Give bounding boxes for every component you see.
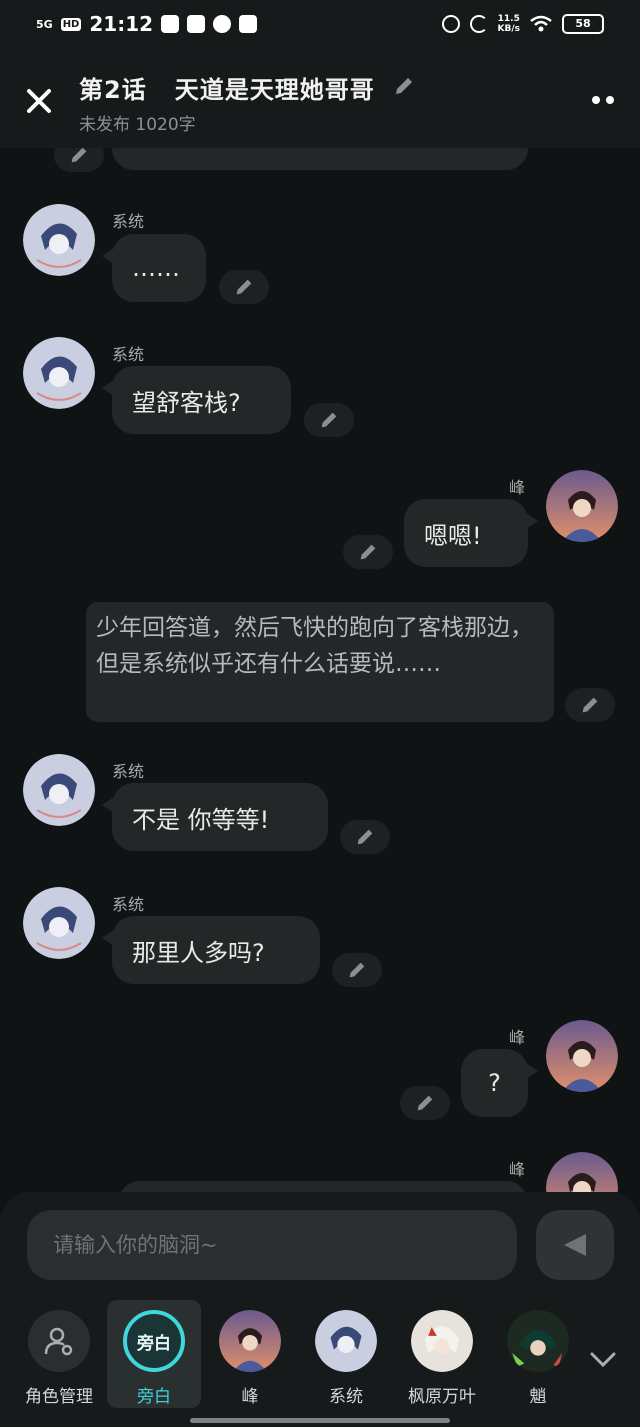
avatar-xiao <box>507 1310 569 1372</box>
speaker-name: 峰 <box>509 1028 526 1047</box>
hd-badge: HD <box>60 17 82 31</box>
speed-value: 11.5 <box>497 14 520 24</box>
character-kazuha[interactable]: 枫原万叶 <box>395 1300 489 1408</box>
message-bubble-partial[interactable] <box>112 148 528 170</box>
home-indicator[interactable] <box>190 1418 450 1423</box>
book-icon <box>187 15 206 33</box>
speaker-name: 系统 <box>112 762 145 781</box>
narration-text: 少年回答道，然后飞快的跑向了客栈那边，但是系统似乎还有什么话要说…… <box>96 615 533 677</box>
edit-message-button[interactable] <box>54 148 104 172</box>
bag-icon <box>239 15 258 33</box>
qq-icon <box>161 15 180 33</box>
pencil-icon <box>357 829 373 845</box>
character-bar: 角色管理 旁白 旁白 峰 系统 枫原万叶 魈 <box>0 1292 640 1427</box>
edit-message-button[interactable] <box>219 270 269 304</box>
pencil-icon <box>321 412 337 428</box>
character-label: 角色管理 <box>25 1387 93 1407</box>
message-text: …… <box>132 254 180 282</box>
message-text: 那里人多吗? <box>132 938 265 967</box>
dot-icon <box>592 96 600 104</box>
message-bubble-partial[interactable] <box>118 1181 528 1192</box>
send-icon <box>564 1234 586 1256</box>
dot-icon <box>606 96 614 104</box>
message-bubble[interactable]: …… <box>102 234 206 302</box>
message-bubble[interactable]: ? <box>461 1049 538 1117</box>
send-button[interactable] <box>536 1210 614 1280</box>
message-bubble[interactable]: 不是 你等等! <box>102 783 328 851</box>
page-title: 第2话 天道是天理她哥哥 <box>79 76 375 104</box>
character-label: 魈 <box>529 1387 547 1407</box>
avatar-feng[interactable] <box>546 1152 618 1192</box>
avatar-system[interactable] <box>23 754 95 826</box>
chat-icon <box>213 15 232 33</box>
chapter-status: 未发布 1020字 <box>79 115 196 135</box>
more-options-button[interactable] <box>592 96 614 104</box>
pencil-icon <box>360 544 376 560</box>
narrator-badge: 旁白 <box>123 1310 185 1372</box>
chat-area[interactable]: 系统 …… 系统 望舒客栈? 峰 嗯嗯! 少年回答道，然后飞快的跑向了客栈那边，… <box>0 148 640 1192</box>
message-bubble[interactable]: 那里人多吗? <box>102 916 320 984</box>
character-label: 系统 <box>329 1387 363 1407</box>
character-system[interactable]: 系统 <box>299 1300 393 1408</box>
pencil-icon <box>417 1095 433 1111</box>
avatar-system[interactable] <box>23 337 95 409</box>
speaker-name: 系统 <box>112 212 145 231</box>
avatar-system[interactable] <box>23 887 95 959</box>
edit-message-button[interactable] <box>400 1086 450 1120</box>
speaker-name: 峰 <box>509 478 526 497</box>
battery-indicator: 58 <box>562 14 604 34</box>
edit-title-icon[interactable] <box>392 74 416 98</box>
user-settings-icon <box>28 1310 90 1372</box>
message-bubble[interactable]: 嗯嗯! <box>404 499 538 567</box>
network-indicator: 5G <box>36 17 53 31</box>
character-xiao[interactable]: 魈 <box>491 1300 585 1408</box>
pencil-icon <box>236 279 252 295</box>
edit-message-button[interactable] <box>343 535 393 569</box>
close-icon[interactable] <box>24 86 54 116</box>
wifi-icon <box>530 15 552 32</box>
avatar-system[interactable] <box>23 204 95 276</box>
character-narrator[interactable]: 旁白 旁白 <box>107 1300 201 1408</box>
status-bar: 5G HD 21:12 11.5 KB/s 58 <box>0 0 640 50</box>
chevron-down-icon[interactable] <box>588 1348 618 1372</box>
character-label: 枫原万叶 <box>408 1387 476 1407</box>
edit-message-button[interactable] <box>304 403 354 437</box>
character-feng[interactable]: 峰 <box>203 1300 297 1408</box>
composer: 请输入你的脑洞~ <box>0 1192 640 1292</box>
clock: 21:12 <box>89 12 154 36</box>
avatar-system <box>315 1310 377 1372</box>
edit-message-button[interactable] <box>340 820 390 854</box>
pencil-icon <box>71 148 87 163</box>
avatar-feng[interactable] <box>546 1020 618 1092</box>
avatar-feng[interactable] <box>546 470 618 542</box>
message-text: ? <box>488 1069 501 1097</box>
character-label: 旁白 <box>137 1387 171 1407</box>
header: 第2话 天道是天理她哥哥 未发布 1020字 <box>0 50 640 148</box>
avatar-feng <box>219 1310 281 1372</box>
avatar-kazuha <box>411 1310 473 1372</box>
speed-unit: KB/s <box>497 24 520 34</box>
alarm-icon <box>441 15 460 33</box>
character-label: 峰 <box>241 1387 259 1407</box>
edit-message-button[interactable] <box>565 688 615 722</box>
message-bubble[interactable]: 望舒客栈? <box>102 366 291 434</box>
narration-bubble[interactable]: 少年回答道，然后飞快的跑向了客栈那边，但是系统似乎还有什么话要说…… <box>86 602 554 722</box>
message-text: 不是 你等等! <box>132 805 270 834</box>
message-input[interactable]: 请输入你的脑洞~ <box>27 1210 517 1280</box>
message-text: 嗯嗯! <box>424 521 482 550</box>
pencil-icon <box>349 962 365 978</box>
speaker-name: 系统 <box>112 895 145 914</box>
edit-message-button[interactable] <box>332 953 382 987</box>
speaker-name: 系统 <box>112 345 145 364</box>
pencil-icon <box>582 697 598 713</box>
speaker-name: 峰 <box>509 1160 526 1179</box>
message-text: 望舒客栈? <box>132 388 241 417</box>
character-management-button[interactable]: 角色管理 <box>12 1300 106 1408</box>
moon-icon <box>469 15 488 33</box>
network-speed: 11.5 KB/s <box>498 14 520 34</box>
